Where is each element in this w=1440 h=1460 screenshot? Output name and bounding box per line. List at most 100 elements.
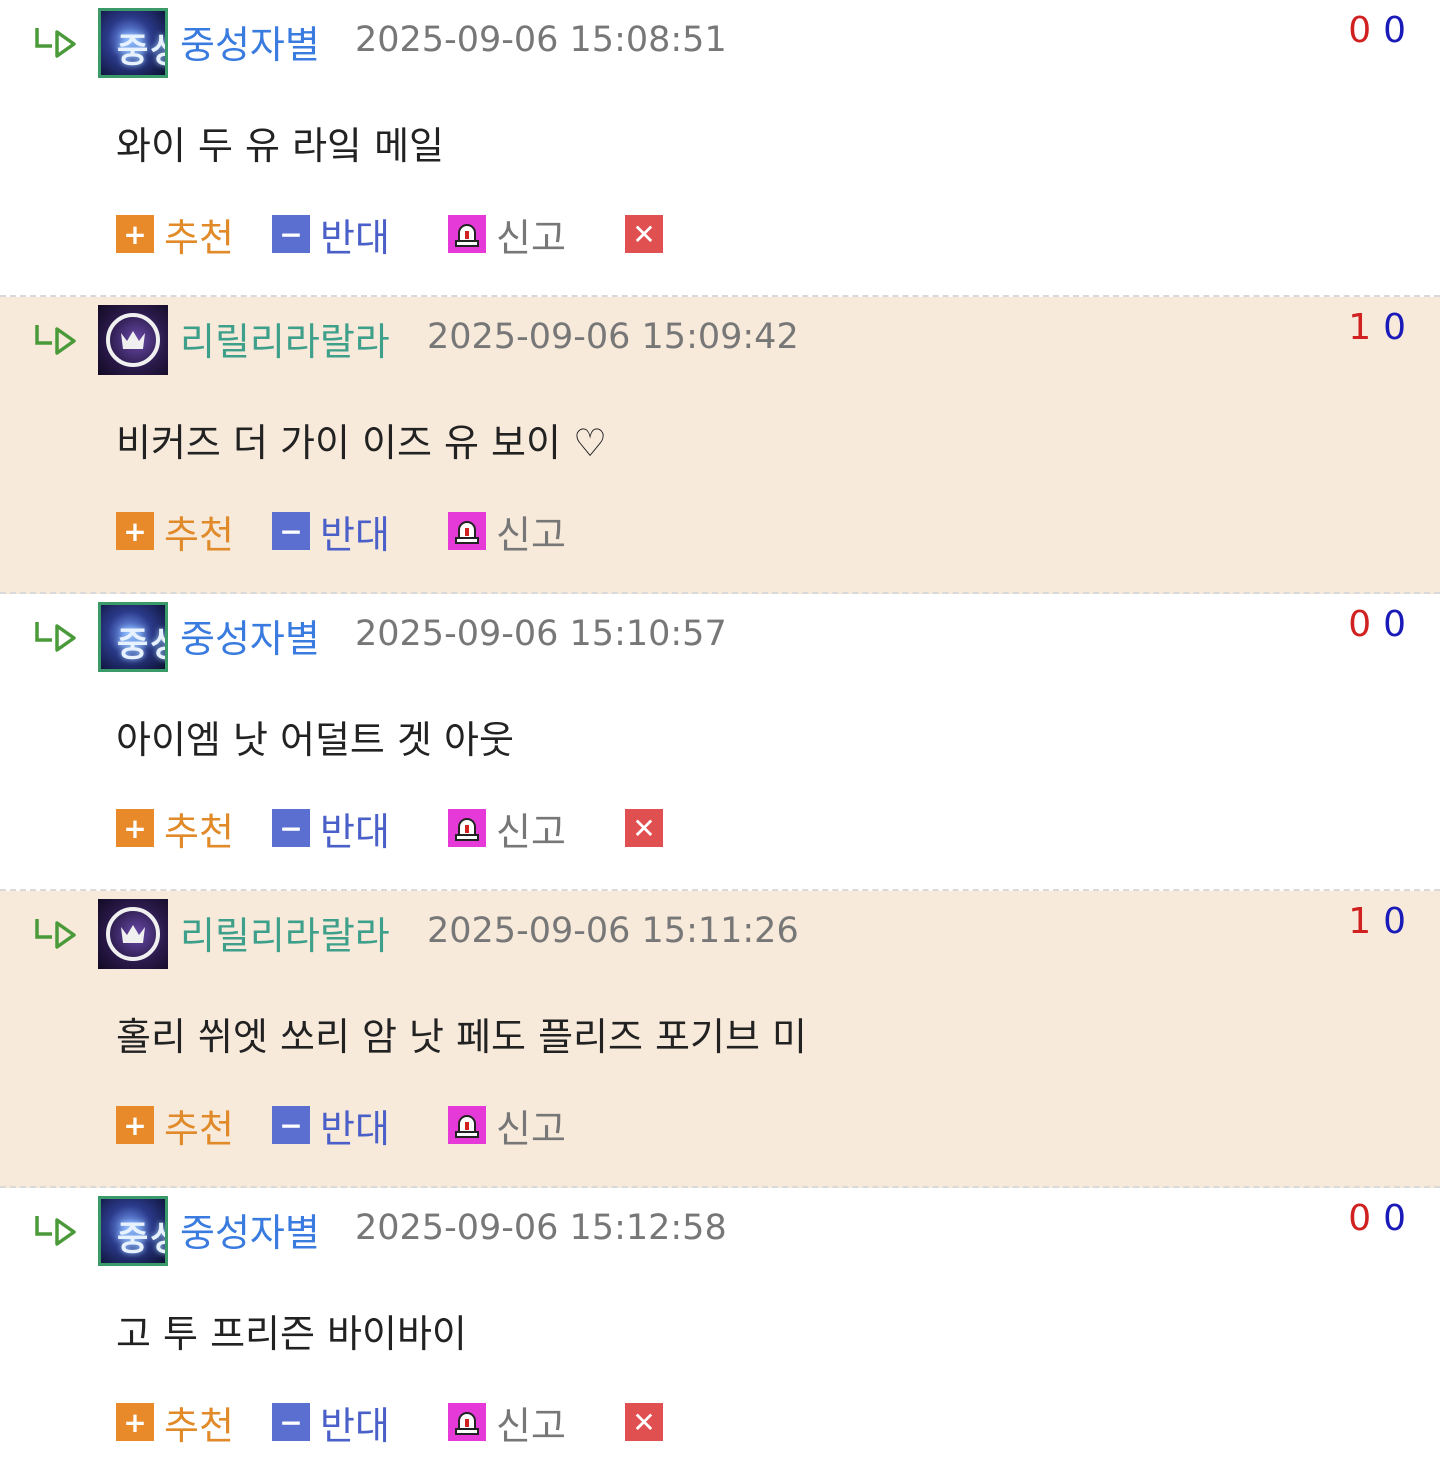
- oppose-button[interactable]: − 반대: [272, 509, 390, 557]
- comment-text: 홀리 쒸엣 쏘리 암 낫 페도 플리즈 포기브 미: [116, 1015, 807, 1059]
- timestamp: 2025-09-06 15:10:57: [355, 614, 727, 654]
- comment-actions: + 추천 − 반대 신고 ✕: [116, 1400, 716, 1448]
- report-button[interactable]: 신고: [448, 212, 566, 260]
- comment-item: 중성 중성자별 2025-09-06 15:10:57 00 아이엠 낫 어덜트…: [0, 594, 1440, 891]
- minus-icon: −: [272, 1106, 310, 1144]
- oppose-button[interactable]: − 반대: [272, 1103, 390, 1151]
- upvote-count: 0: [1348, 604, 1372, 645]
- avatar[interactable]: [98, 899, 168, 969]
- plus-icon: +: [116, 1403, 154, 1441]
- nickname-link[interactable]: 중성자별: [180, 608, 320, 663]
- comment-item: 리릴리라랄라 2025-09-06 15:11:26 10 홀리 쒸엣 쏘리 암…: [0, 891, 1440, 1188]
- crown-icon: [121, 925, 145, 943]
- vote-counts: 10: [1348, 901, 1406, 942]
- close-icon: ✕: [625, 809, 663, 847]
- reply-arrow-icon: [35, 919, 76, 949]
- siren-icon: [448, 215, 486, 253]
- report-button[interactable]: 신고: [448, 806, 566, 854]
- recommend-label: 추천: [164, 215, 234, 260]
- minus-icon: −: [272, 512, 310, 550]
- comment-item: 중성 중성자별 2025-09-06 15:12:58 00 고 투 프리즌 바…: [0, 1188, 1440, 1460]
- recommend-button[interactable]: + 추천: [116, 806, 234, 854]
- oppose-label: 반대: [320, 1403, 390, 1448]
- oppose-button[interactable]: − 반대: [272, 1400, 390, 1448]
- avatar-text: 중성: [117, 1219, 165, 1259]
- siren-icon: [448, 512, 486, 550]
- oppose-button[interactable]: − 반대: [272, 212, 390, 260]
- comment-text: 와이 두 유 라잌 메일: [116, 124, 444, 168]
- report-label: 신고: [496, 1106, 566, 1151]
- upvote-count: 0: [1348, 1198, 1372, 1239]
- plus-icon: +: [116, 1106, 154, 1144]
- avatar[interactable]: 중성: [98, 602, 168, 672]
- minus-icon: −: [272, 1403, 310, 1441]
- vote-counts: 00: [1348, 10, 1406, 51]
- recommend-label: 추천: [164, 512, 234, 557]
- reply-arrow-icon: [35, 28, 76, 58]
- delete-button[interactable]: ✕: [625, 1400, 663, 1444]
- oppose-label: 반대: [320, 1106, 390, 1151]
- comment-text: 비커즈 더 가이 이즈 유 보이 ♡: [116, 421, 608, 465]
- oppose-button[interactable]: − 반대: [272, 806, 390, 854]
- avatar[interactable]: [98, 305, 168, 375]
- report-button[interactable]: 신고: [448, 1103, 566, 1151]
- close-icon: ✕: [625, 1403, 663, 1441]
- reply-arrow-icon: [35, 1216, 76, 1246]
- plus-icon: +: [116, 512, 154, 550]
- siren-icon: [448, 1106, 486, 1144]
- siren-icon: [448, 809, 486, 847]
- avatar[interactable]: 중성: [98, 1196, 168, 1266]
- timestamp: 2025-09-06 15:09:42: [427, 317, 799, 357]
- report-button[interactable]: 신고: [448, 509, 566, 557]
- upvote-count: 0: [1348, 10, 1372, 51]
- delete-button[interactable]: ✕: [625, 212, 663, 256]
- plus-icon: +: [116, 215, 154, 253]
- report-label: 신고: [496, 512, 566, 557]
- timestamp: 2025-09-06 15:11:26: [427, 911, 799, 951]
- nickname-link[interactable]: 중성자별: [180, 14, 320, 69]
- comment-text: 고 투 프리즌 바이바이: [116, 1312, 467, 1356]
- comment-actions: + 추천 − 반대 신고 ✕: [116, 806, 716, 854]
- delete-button[interactable]: ✕: [625, 806, 663, 850]
- plus-icon: +: [116, 809, 154, 847]
- recommend-label: 추천: [164, 809, 234, 854]
- nickname-link[interactable]: 중성자별: [180, 1202, 320, 1257]
- nickname-link[interactable]: 리릴리라랄라: [180, 311, 390, 366]
- report-button[interactable]: 신고: [448, 1400, 566, 1448]
- downvote-count: 0: [1383, 307, 1406, 348]
- timestamp: 2025-09-06 15:08:51: [355, 20, 727, 60]
- vote-counts: 00: [1348, 604, 1406, 645]
- comment-text: 아이엠 낫 어덜트 겟 아웃: [116, 718, 514, 762]
- oppose-label: 반대: [320, 215, 390, 260]
- comment-actions: + 추천 − 반대 신고 ✕: [116, 212, 716, 260]
- reply-arrow-icon: [35, 325, 76, 355]
- recommend-button[interactable]: + 추천: [116, 509, 234, 557]
- comment-item: 중성 중성자별 2025-09-06 15:08:51 00 와이 두 유 라잌…: [0, 0, 1440, 297]
- report-label: 신고: [496, 809, 566, 854]
- downvote-count: 0: [1383, 901, 1406, 942]
- recommend-label: 추천: [164, 1403, 234, 1448]
- reply-arrow-icon: [35, 622, 76, 652]
- recommend-button[interactable]: + 추천: [116, 212, 234, 260]
- avatar-text: 중성: [117, 31, 165, 71]
- oppose-label: 반대: [320, 512, 390, 557]
- report-label: 신고: [496, 215, 566, 260]
- vote-counts: 10: [1348, 307, 1406, 348]
- minus-icon: −: [272, 809, 310, 847]
- crown-icon: [121, 331, 145, 349]
- avatar[interactable]: 중성: [98, 8, 168, 78]
- comment-actions: + 추천 − 반대 신고: [116, 509, 716, 557]
- siren-icon: [448, 1403, 486, 1441]
- vote-counts: 00: [1348, 1198, 1406, 1239]
- downvote-count: 0: [1383, 1198, 1406, 1239]
- report-label: 신고: [496, 1403, 566, 1448]
- recommend-button[interactable]: + 추천: [116, 1400, 234, 1448]
- recommend-button[interactable]: + 추천: [116, 1103, 234, 1151]
- nickname-link[interactable]: 리릴리라랄라: [180, 905, 390, 960]
- comment-item: 리릴리라랄라 2025-09-06 15:09:42 10 비커즈 더 가이 이…: [0, 297, 1440, 594]
- avatar-text: 중성: [117, 625, 165, 665]
- downvote-count: 0: [1383, 10, 1406, 51]
- comment-actions: + 추천 − 반대 신고: [116, 1103, 716, 1151]
- downvote-count: 0: [1383, 604, 1406, 645]
- oppose-label: 반대: [320, 809, 390, 854]
